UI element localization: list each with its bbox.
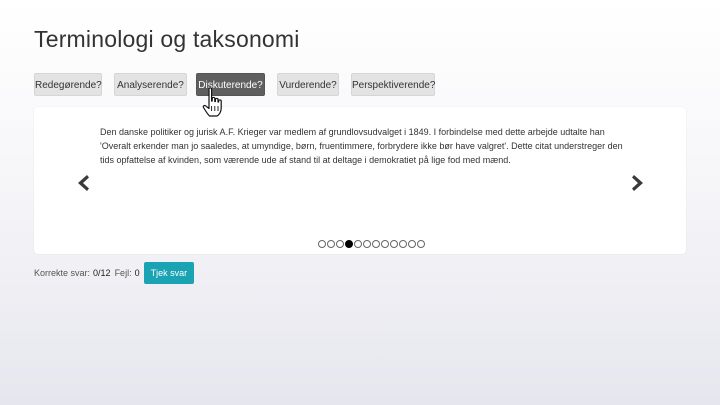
errors-value: 0 (134, 268, 140, 278)
carousel: Den danske politiker og jurisk A.F. Krie… (34, 107, 686, 254)
question-passage: Den danske politiker og jurisk A.F. Krie… (100, 127, 623, 165)
pagination-dot[interactable] (372, 240, 380, 248)
pagination-dot[interactable] (354, 240, 362, 248)
chevron-left-icon[interactable] (75, 174, 91, 192)
option-button-redegoerende[interactable]: Redegørende? (34, 73, 102, 96)
pagination-dot[interactable] (363, 240, 371, 248)
page-title: Terminologi og taksonomi (34, 26, 300, 52)
chevron-right-icon[interactable] (630, 174, 646, 192)
pagination-dot[interactable] (381, 240, 389, 248)
hand-pointer-cursor-icon (200, 86, 236, 122)
correct-value: 0/12 (93, 268, 111, 278)
carousel-pagination (318, 240, 425, 248)
option-button-analyserende[interactable]: Analyserende? (114, 73, 187, 96)
pagination-dot[interactable] (336, 240, 344, 248)
pagination-dot[interactable] (417, 240, 425, 248)
errors-label: Fejl: (114, 268, 132, 278)
score-footer: Korrekte svar: 0/12 Fejl: 0 Tjek svar (34, 262, 195, 284)
correct-label: Korrekte svar: (34, 268, 91, 278)
pagination-dot[interactable] (399, 240, 407, 248)
pagination-dot[interactable] (318, 240, 326, 248)
option-button-vurderende[interactable]: Vurderende? (277, 73, 339, 96)
pagination-dot[interactable] (327, 240, 335, 248)
pagination-dot[interactable] (345, 240, 353, 248)
option-button-perspektiverende[interactable]: Perspektiverende? (351, 73, 435, 96)
pagination-dot[interactable] (390, 240, 398, 248)
pagination-dot[interactable] (408, 240, 416, 248)
check-answers-button[interactable]: Tjek svar (143, 262, 195, 284)
